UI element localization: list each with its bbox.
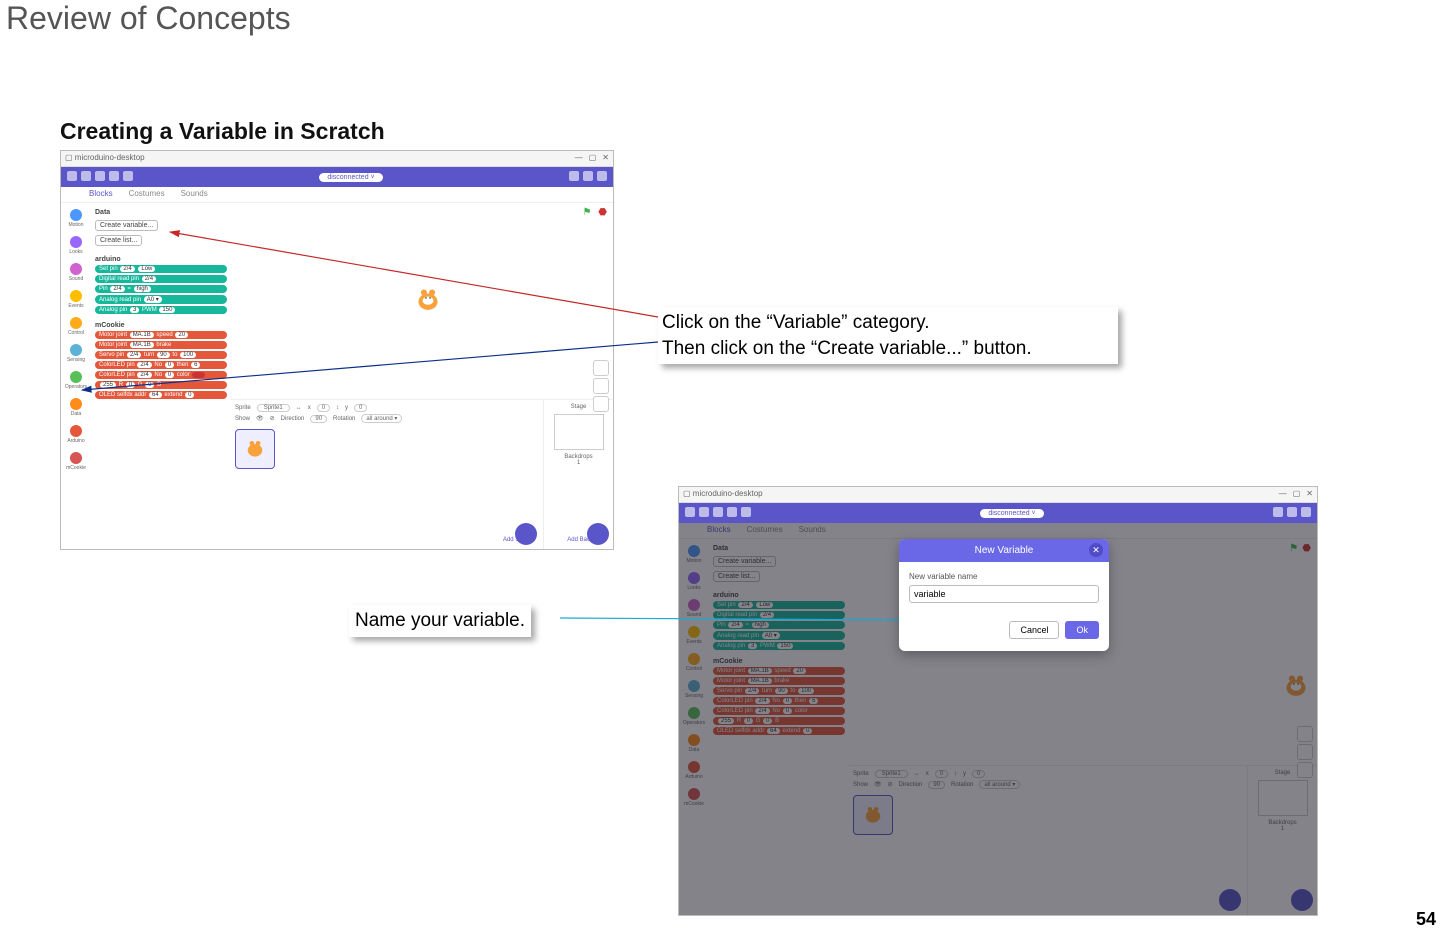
- category-sensing[interactable]: Sensing: [67, 344, 85, 363]
- scratch-cat-sprite: [1279, 669, 1313, 703]
- block-palette: Data Create variable... Create list... a…: [709, 539, 849, 915]
- dialog-close-icon[interactable]: ✕: [1089, 543, 1103, 557]
- tab-costumes[interactable]: Costumes: [129, 189, 165, 200]
- maximize-icon: ▢: [589, 153, 597, 162]
- block-analogpin[interactable]: Analog pin 3 PWM 150: [95, 306, 227, 314]
- hide-icon[interactable]: ⊘: [270, 415, 275, 422]
- window-titlebar: ▢ microduino-desktop — ▢ ✕: [61, 151, 613, 167]
- tab-blocks[interactable]: Blocks: [707, 525, 731, 536]
- add-backdrop-button[interactable]: [1291, 889, 1313, 911]
- category-operators[interactable]: Operators: [65, 371, 87, 390]
- palette-heading-data: Data: [95, 209, 227, 216]
- block-motorjoint-speed[interactable]: Motor joint MA.1B speed 20: [95, 331, 227, 339]
- category-mcookie[interactable]: mCookie: [66, 452, 86, 471]
- add-sprite-button[interactable]: [515, 523, 537, 545]
- create-variable-button[interactable]: Create variable...: [713, 556, 776, 567]
- block-colorled-rgb[interactable]: ColorLED pin 2/4 No 0 then 6: [95, 361, 227, 369]
- block-rgb[interactable]: 255 R 0 G 0 B: [95, 381, 227, 389]
- zoom-reset-icon[interactable]: [593, 396, 609, 412]
- editor-tabs: Blocks Costumes Sounds: [679, 523, 1317, 539]
- cancel-button[interactable]: Cancel: [1009, 621, 1059, 639]
- editor-tabs: Blocks Costumes Sounds: [61, 187, 613, 203]
- sprite-name[interactable]: Sprite1: [257, 404, 290, 412]
- block-setpin[interactable]: Set pin 2/4 Low: [95, 265, 227, 273]
- stop-icon[interactable]: ⬣: [1302, 543, 1311, 554]
- callout-variable-category: Click on the “Variable” category. Then c…: [658, 307, 1118, 364]
- new-variable-dialog: New Variable ✕ New variable name Cancel …: [899, 539, 1109, 651]
- app-toolbar: disconnected ˅: [679, 503, 1317, 523]
- zoom-buttons: [593, 360, 609, 412]
- ok-button[interactable]: Ok: [1065, 621, 1099, 639]
- add-sprite-button[interactable]: [1219, 889, 1241, 911]
- block-servo[interactable]: Servo pin 2/4 turn 90 to 100: [95, 351, 227, 359]
- screenshot-scratch-editor: ▢ microduino-desktop —▢✕ disconnected ˅ …: [60, 150, 614, 550]
- category-sound[interactable]: Sound: [69, 263, 83, 282]
- create-list-button[interactable]: Create list...: [713, 571, 760, 582]
- create-list-button[interactable]: Create list...: [95, 235, 142, 246]
- scratch-cat-sprite: [411, 283, 445, 317]
- window-titlebar: ▢ microduino-desktop —▢✕: [679, 487, 1317, 503]
- variable-name-input[interactable]: [909, 585, 1099, 603]
- sprite-info: Sprite Sprite1 ↔x 0 ↕y 0 Show 👁⊘ Directi…: [231, 400, 543, 549]
- category-arduino[interactable]: Arduino: [67, 425, 84, 444]
- field-label: New variable name: [909, 572, 1099, 581]
- window-controls: — ▢ ✕: [569, 153, 609, 164]
- green-flag-icon[interactable]: ⚑: [1289, 543, 1298, 554]
- window-title: ▢ microduino-desktop: [683, 489, 763, 500]
- zoom-in-icon[interactable]: [593, 360, 609, 376]
- category-events[interactable]: Events: [68, 290, 83, 309]
- stop-icon[interactable]: ⬣: [598, 207, 607, 218]
- block-colorled-color[interactable]: ColorLED pin 2/4 No 0 color __: [95, 371, 227, 379]
- palette-heading-arduino: arduino: [95, 256, 227, 263]
- window-controls: —▢✕: [1273, 489, 1313, 500]
- block-oled[interactable]: OLED selfdx addr 64 extend 0: [95, 391, 227, 399]
- page-number: 54: [1416, 909, 1436, 930]
- connection-pill[interactable]: disconnected ˅: [980, 509, 1043, 518]
- block-digitalread[interactable]: Digital read pin 2/4: [95, 275, 227, 283]
- block-pin[interactable]: Pin 2/4 = high: [95, 285, 227, 293]
- editor-body: Motion Looks Sound Events Control Sensin…: [61, 203, 613, 549]
- category-motion[interactable]: Motion: [68, 209, 83, 228]
- page-title: Review of Concepts: [6, 0, 291, 37]
- callout-name-variable: Name your variable.: [349, 605, 531, 637]
- block-analogread[interactable]: Analog read pin A0 ▾: [95, 295, 227, 304]
- zoom-out-icon[interactable]: [593, 378, 609, 394]
- section-title: Creating a Variable in Scratch: [60, 118, 385, 145]
- category-looks[interactable]: Looks: [69, 236, 82, 255]
- close-icon: ✕: [602, 153, 609, 162]
- dialog-title: New Variable ✕: [899, 539, 1109, 562]
- tab-sounds[interactable]: Sounds: [181, 189, 208, 200]
- run-controls: ⚑ ⬣: [583, 207, 607, 218]
- screenshot-new-variable-dialog: ▢ microduino-desktop —▢✕ disconnected ˅ …: [678, 486, 1318, 916]
- add-backdrop-button[interactable]: [587, 523, 609, 545]
- sprite-label: Sprite: [235, 405, 251, 411]
- category-control[interactable]: Control: [68, 317, 84, 336]
- tab-costumes[interactable]: Costumes: [747, 525, 783, 536]
- green-flag-icon[interactable]: ⚑: [583, 207, 592, 218]
- connection-pill[interactable]: disconnected ˅: [319, 173, 382, 182]
- stage-thumbnail[interactable]: [554, 414, 604, 450]
- show-icon[interactable]: 👁: [256, 415, 264, 422]
- sprite-thumbnail[interactable]: [853, 795, 893, 835]
- block-palette: Data Create variable... Create list... a…: [91, 203, 231, 549]
- tab-blocks[interactable]: Blocks: [89, 189, 113, 200]
- category-column: Motion Looks Sound Events Control Sensin…: [61, 203, 91, 549]
- create-variable-button[interactable]: Create variable...: [95, 220, 158, 231]
- toolbar-right-icons: [565, 168, 607, 186]
- stage-area: ⚑ ⬣ Sprite Sprite1 ↔x 0 ↕y 0: [231, 203, 613, 549]
- minimize-icon: —: [575, 153, 583, 162]
- app-toolbar: disconnected ˅: [61, 167, 613, 187]
- sprite-panel: Sprite Sprite1 ↔x0 ↕y0 Show👁⊘ Direction9…: [849, 765, 1317, 915]
- tab-sounds[interactable]: Sounds: [799, 525, 826, 536]
- sprite-panel: Sprite Sprite1 ↔x 0 ↕y 0 Show 👁⊘ Directi…: [231, 399, 613, 549]
- palette-heading-mcookie: mCookie: [95, 322, 227, 329]
- category-column: Motion Looks Sound Events Control Sensin…: [679, 539, 709, 915]
- toolbar-left-icons: [67, 168, 137, 186]
- sprite-thumbnail[interactable]: [235, 429, 275, 469]
- block-motorjoint-brake[interactable]: Motor joint MA.1B brake: [95, 341, 227, 349]
- category-data[interactable]: Data: [70, 398, 82, 417]
- window-title: ▢ microduino-desktop: [65, 153, 145, 164]
